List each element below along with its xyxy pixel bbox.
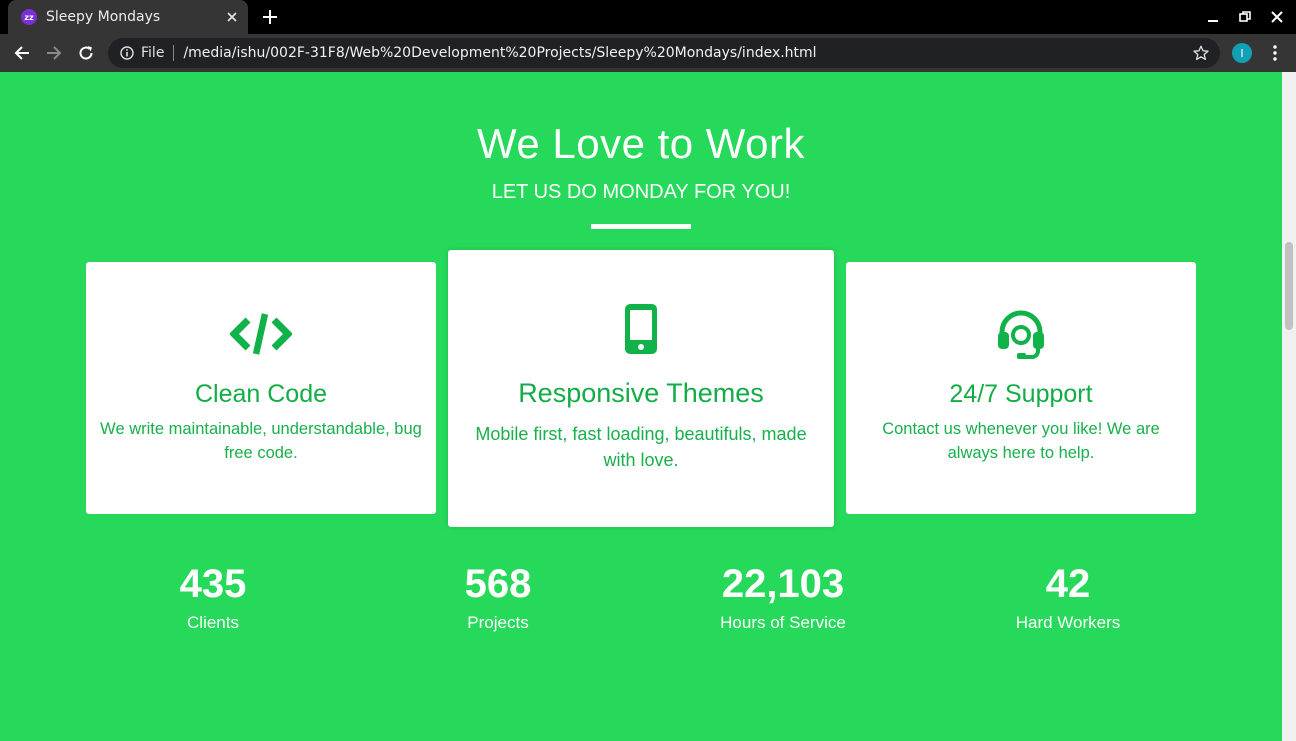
minimize-button[interactable]	[1203, 7, 1223, 27]
stat-value: 435	[179, 562, 247, 606]
stat-label: Hours of Service	[720, 613, 846, 632]
page-viewport: We Love to Work LET US DO MONDAY FOR YOU…	[0, 72, 1282, 741]
card-title: 24/7 Support	[949, 380, 1093, 408]
stat-hard-workers: 42 Hard Workers	[938, 562, 1198, 633]
card-title: Clean Code	[194, 380, 328, 408]
headset-icon	[846, 308, 1196, 360]
stat-label: Clients	[187, 613, 239, 632]
tab-title: Sleepy Mondays	[46, 9, 161, 25]
scheme-label: File	[141, 45, 165, 61]
code-icon	[86, 312, 436, 356]
stat-label: Hard Workers	[1015, 613, 1121, 632]
card-text: Contact us whenever you like! We are alw…	[882, 420, 1160, 462]
profile-avatar[interactable]: I	[1232, 43, 1252, 63]
feature-card-clean-code: Clean Code We write maintainable, unders…	[86, 262, 436, 514]
reload-button[interactable]	[74, 41, 98, 65]
scrollbar-thumb[interactable]	[1285, 242, 1293, 330]
feature-card-responsive-themes: Responsive Themes Mobile first, fast loa…	[448, 250, 834, 527]
browser-tab[interactable]: zz Sleepy Mondays	[8, 0, 248, 34]
close-window-button[interactable]	[1267, 7, 1287, 27]
section-subheading: LET US DO MONDAY FOR YOU!	[491, 181, 791, 203]
close-icon[interactable]	[224, 9, 240, 25]
stat-value: 42	[1045, 562, 1091, 606]
card-text: Mobile first, fast loading, beautifuls, …	[475, 424, 807, 470]
forward-button[interactable]	[42, 41, 66, 65]
mobile-icon	[448, 302, 834, 356]
url-text[interactable]: /media/ishu/002F-31F8/Web%20Development%…	[183, 45, 816, 61]
tab-strip: zz Sleepy Mondays	[0, 0, 1296, 34]
back-button[interactable]	[10, 41, 34, 65]
section-heading: We Love to Work	[476, 120, 806, 167]
browser-toolbar: File /media/ishu/002F-31F8/Web%20Develop…	[0, 34, 1296, 72]
menu-dots-icon[interactable]	[1265, 43, 1285, 63]
heading-divider	[591, 224, 691, 229]
stat-value: 568	[464, 562, 532, 606]
address-bar[interactable]: File /media/ishu/002F-31F8/Web%20Develop…	[108, 38, 1220, 68]
stat-value: 22,103	[721, 562, 845, 606]
stat-projects: 568 Projects	[368, 562, 628, 633]
new-tab-button[interactable]	[258, 6, 282, 28]
card-text: We write maintainable, understandable, b…	[100, 420, 422, 462]
info-icon[interactable]	[119, 45, 135, 61]
url-separator	[173, 45, 175, 61]
restore-button[interactable]	[1235, 7, 1255, 27]
page-scrollbar[interactable]	[1282, 72, 1296, 741]
stat-label: Projects	[467, 613, 529, 632]
feature-card-support: 24/7 Support Contact us whenever you lik…	[846, 262, 1196, 514]
stat-hours: 22,103 Hours of Service	[653, 562, 913, 633]
bookmark-star-icon[interactable]	[1192, 44, 1210, 62]
favicon-icon: zz	[21, 9, 37, 25]
card-title: Responsive Themes	[518, 378, 764, 408]
stat-clients: 435 Clients	[83, 562, 343, 633]
